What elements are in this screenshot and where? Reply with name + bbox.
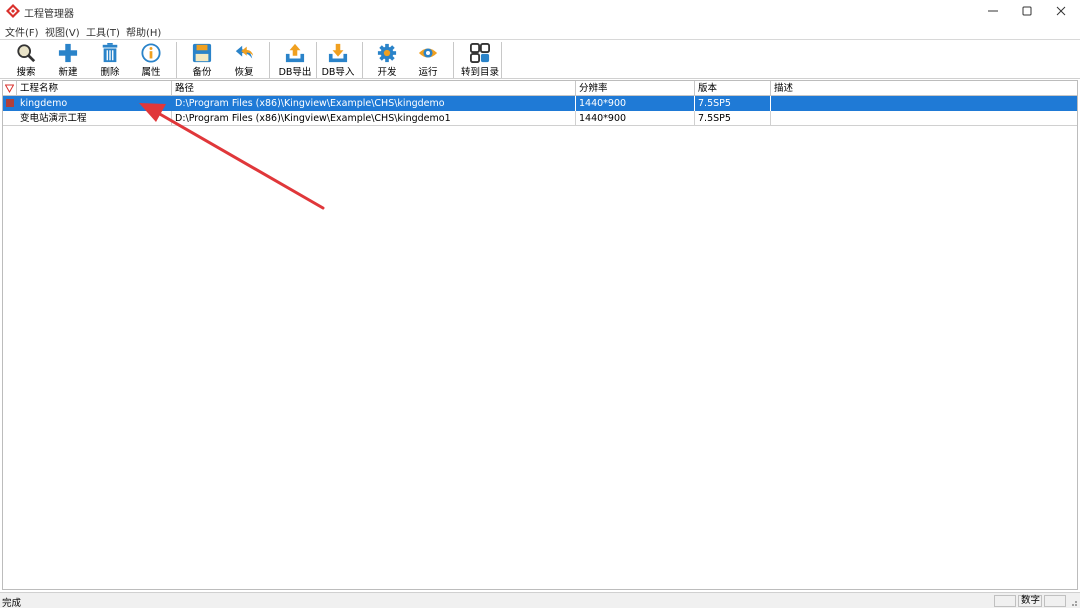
column-header-name[interactable]: 工程名称 [17,81,172,96]
info-icon [141,43,161,63]
save-icon [192,43,212,63]
toolbar-separator [453,42,454,78]
status-text: 完成 [2,598,22,608]
backup-button[interactable]: 备份 [186,41,218,78]
window-title: 工程管理器 [24,9,74,20]
db-import-button[interactable]: DB导入 [318,41,358,78]
cell-description [771,96,1077,111]
filter-triangle-icon [4,84,15,94]
status-pane [1044,595,1066,607]
close-button[interactable] [1044,0,1078,22]
status-bar: 完成 数字 [0,592,1080,608]
go-to-directory-button[interactable]: 转到目录 [458,41,502,78]
develop-button[interactable]: 开发 [371,41,403,78]
restore-button[interactable]: 恢复 [228,41,260,78]
menu-help[interactable]: 帮助(H) [126,24,161,39]
cell-path: D:\Program Files (x86)\Kingview\Example\… [172,96,576,111]
row-indicator [3,96,17,111]
maximize-button[interactable] [1010,0,1044,22]
menu-bar: 文件(F) 视图(V) 工具(T) 帮助(H) [0,23,1080,39]
undo-arrow-icon [235,45,254,59]
properties-button[interactable]: 属性 [135,41,167,78]
menu-view[interactable]: 视图(V) [45,24,80,39]
title-bar: 工程管理器 [0,0,1080,22]
toolbar-separator [362,42,363,78]
upload-tray-icon [285,43,305,63]
project-list: 工程名称 路径 分辨率 版本 描述 kingdemo D:\Program Fi… [2,80,1078,590]
maximize-icon [1022,6,1032,16]
table-header: 工程名称 路径 分辨率 版本 描述 [3,81,1077,96]
table-row[interactable]: 变电站演示工程 D:\Program Files (x86)\Kingview\… [3,111,1077,126]
column-header-version[interactable]: 版本 [695,81,771,96]
filter-cell[interactable] [3,81,17,96]
db-export-button[interactable]: DB导出 [275,41,315,78]
grid-icon [470,43,490,63]
toolbar-separator [269,42,270,78]
download-tray-icon [328,43,348,63]
table-row[interactable]: kingdemo D:\Program Files (x86)\Kingview… [3,96,1077,111]
run-button[interactable]: 运行 [412,41,444,78]
gear-icon [377,43,397,63]
column-header-resolution[interactable]: 分辨率 [576,81,695,96]
cell-path: D:\Program Files (x86)\Kingview\Example\… [172,111,576,126]
delete-button[interactable]: 删除 [94,41,126,78]
toolbar-separator [176,42,177,78]
plus-icon [58,43,78,63]
cell-version: 7.5SP5 [695,96,771,111]
cell-description [771,111,1077,126]
row-indicator [3,111,17,126]
toolbar-separator [501,42,502,78]
close-icon [1056,6,1066,16]
resize-grip-icon[interactable] [1068,597,1078,607]
app-logo-icon [6,4,20,18]
search-button[interactable]: 搜索 [10,41,42,78]
cell-name: kingdemo [20,98,68,109]
status-pane [994,595,1016,607]
cell-name: 变电站演示工程 [17,111,172,126]
minimize-icon [988,10,998,12]
toolbar: 搜索 新建 删除 属性 备份 恢复 DB导出 DB导入 开发 运行 转到目录 [0,39,1080,79]
toolbar-separator [316,42,317,78]
column-header-path[interactable]: 路径 [172,81,576,96]
status-num-indicator: 数字 [1018,595,1042,607]
minimize-button[interactable] [976,0,1010,22]
column-header-description[interactable]: 描述 [771,81,1077,96]
menu-file[interactable]: 文件(F) [5,24,39,39]
cell-resolution: 1440*900 [576,96,695,111]
menu-tools[interactable]: 工具(T) [86,24,120,39]
cell-resolution: 1440*900 [576,111,695,126]
eye-icon [418,48,438,58]
new-button[interactable]: 新建 [52,41,84,78]
cell-version: 7.5SP5 [695,111,771,126]
search-icon [17,44,36,63]
trash-icon [102,43,118,63]
row-marker-icon [6,99,14,107]
